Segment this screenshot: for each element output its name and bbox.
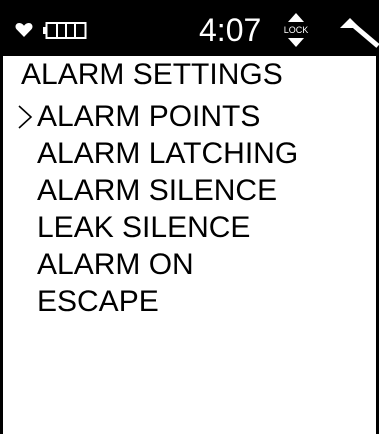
menu-item-label: ALARM SILENCE xyxy=(37,174,278,207)
lock-label: LOCK xyxy=(283,25,309,35)
menu-item-alarm-points[interactable]: ALARM POINTS xyxy=(3,98,376,135)
battery-icon xyxy=(43,22,87,39)
menu-item-label: ALARM ON xyxy=(37,248,194,281)
menu-item-alarm-silence[interactable]: ALARM SILENCE xyxy=(3,172,376,209)
menu-item-label: ALARM POINTS xyxy=(37,100,261,133)
menu-item-label: LEAK SILENCE xyxy=(37,211,251,244)
selection-cursor-icon xyxy=(18,105,33,129)
device-screen: 4:07 LOCK ALARM SETTINGS ALARM POINTS AL… xyxy=(0,0,379,434)
menu-title: ALARM SETTINGS xyxy=(21,58,283,91)
menu-item-label: ESCAPE xyxy=(37,285,159,318)
signal-icon xyxy=(340,18,379,48)
menu-item-label: ALARM LATCHING xyxy=(37,137,299,170)
alarm-settings-menu: ALARM POINTS ALARM LATCHING ALARM SILENC… xyxy=(3,98,376,320)
menu-item-leak-silence[interactable]: LEAK SILENCE xyxy=(3,209,376,246)
menu-item-alarm-latching[interactable]: ALARM LATCHING xyxy=(3,135,376,172)
keypad-lock-indicator: LOCK xyxy=(279,12,313,48)
status-bar: 4:07 LOCK xyxy=(3,0,379,56)
clock-time: 4:07 xyxy=(199,12,262,48)
heart-icon xyxy=(15,23,33,37)
menu-item-alarm-on[interactable]: ALARM ON xyxy=(3,246,376,283)
menu-item-escape[interactable]: ESCAPE xyxy=(3,283,376,320)
